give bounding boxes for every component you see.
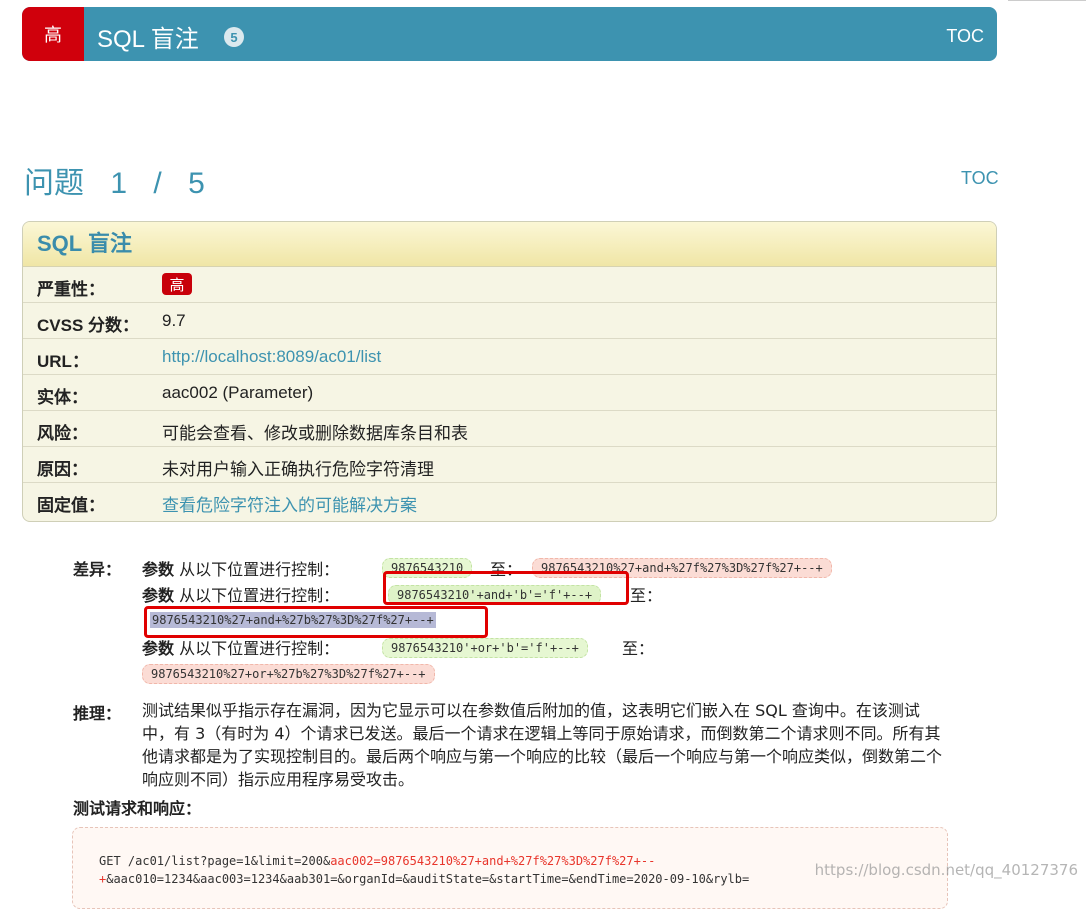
url-link[interactable]: http://localhost:8089/ac01/list <box>162 347 381 367</box>
reasoning-text: 测试结果似乎指示存在漏洞，因为它显示可以在参数值后附加的值，这表明它们嵌入在 S… <box>142 701 943 789</box>
detail-row-severity: 严重性： 高 <box>23 267 996 303</box>
detail-key: 实体： <box>37 388 88 407</box>
detail-row-entity: 实体： aac002 (Parameter) <box>23 375 996 411</box>
issue-heading: 问题 1 / 5 <box>24 158 223 202</box>
severity-high-tag: 高 <box>22 7 84 61</box>
request-line-2: +&aac010=1234&aac003=1234&aab301=&organI… <box>99 872 749 886</box>
detail-key: URL： <box>37 352 89 371</box>
param-word: 参数 <box>142 560 175 579</box>
highlight-box <box>144 606 488 638</box>
detail-row-url: URL： http://localhost:8089/ac01/list <box>23 339 996 375</box>
diff-row-3-text: 参数 从以下位置进行控制： <box>142 635 339 659</box>
control-text: 从以下位置进行控制： <box>179 560 340 579</box>
param-word: 参数 <box>142 586 175 605</box>
request-injected-param: aac002=9876543210%27+and+%27f%27%3D%27f%… <box>330 854 656 868</box>
test-request-label: 测试请求和响应： <box>73 799 202 818</box>
request-line-1: GET /ac01/list?page=1&limit=200&aac002=9… <box>99 854 655 868</box>
param-word: 参数 <box>142 639 175 658</box>
issue-header-bar[interactable]: 高 SQL 盲注 5 TOC <box>22 7 997 61</box>
issue-separator: / <box>153 167 162 200</box>
issue-toc-link[interactable]: TOC <box>961 168 999 189</box>
detail-key: CVSS 分数： <box>37 316 140 335</box>
diff-row-2-text: 参数 从以下位置进行控制： <box>142 582 339 606</box>
detail-key: 原因： <box>37 460 88 479</box>
diff-row-1-text: 参数 从以下位置进行控制： <box>142 556 339 580</box>
details-title: SQL 盲注 <box>23 222 996 267</box>
highlight-box <box>383 571 629 605</box>
reasoning-label: 推理： <box>73 704 122 723</box>
detail-value: 可能会查看、修改或删除数据库条目和表 <box>162 424 468 443</box>
issue-total: 5 <box>188 167 205 200</box>
request-rest: &aac010=1234&aac003=1234&aab301=&organId… <box>106 872 750 886</box>
issue-count-badge: 5 <box>224 27 244 47</box>
detail-key: 风险： <box>37 424 88 443</box>
top-divider <box>1008 0 1086 1</box>
severity-badge: 高 <box>162 273 192 295</box>
issue-label: 问题 <box>24 167 84 200</box>
control-text: 从以下位置进行控制： <box>179 639 340 658</box>
detail-row-cause: 原因： 未对用户输入正确执行危险字符清理 <box>23 447 996 483</box>
header-title: SQL 盲注 <box>97 26 199 53</box>
to-text: 至： <box>630 586 663 605</box>
detail-row-fix: 固定值： 查看危险字符注入的可能解决方案 <box>23 483 996 518</box>
diff-label: 差异： <box>73 560 122 579</box>
watermark-text: https://blog.csdn.net/qq_40127376 <box>814 861 1078 879</box>
detail-value: aac002 (Parameter) <box>162 383 314 402</box>
detail-value: 未对用户输入正确执行危险字符清理 <box>162 460 434 479</box>
detail-value: 9.7 <box>162 311 186 330</box>
issue-details-box: SQL 盲注 严重性： 高 CVSS 分数： 9.7 URL： http://l… <box>22 221 997 522</box>
detail-key: 严重性： <box>37 280 105 299</box>
detail-row-cvss: CVSS 分数： 9.7 <box>23 303 996 339</box>
control-text: 从以下位置进行控制： <box>179 586 340 605</box>
to-text: 至： <box>622 639 655 658</box>
fix-solution-link[interactable]: 查看危险字符注入的可能解决方案 <box>162 491 417 516</box>
header-toc-link[interactable]: TOC <box>946 26 984 47</box>
diff-row-3-to: 9876543210%27+or+%27b%27%3D%27f%27+--+ <box>142 664 435 684</box>
issue-current: 1 <box>110 167 128 200</box>
diff-row-3-from: 9876543210'+or+'b'='f'+--+ <box>382 638 588 658</box>
detail-row-risk: 风险： 可能会查看、修改或删除数据库条目和表 <box>23 411 996 447</box>
request-prefix: GET /ac01/list?page=1&limit=200& <box>99 854 331 868</box>
detail-key: 固定值： <box>37 496 105 515</box>
